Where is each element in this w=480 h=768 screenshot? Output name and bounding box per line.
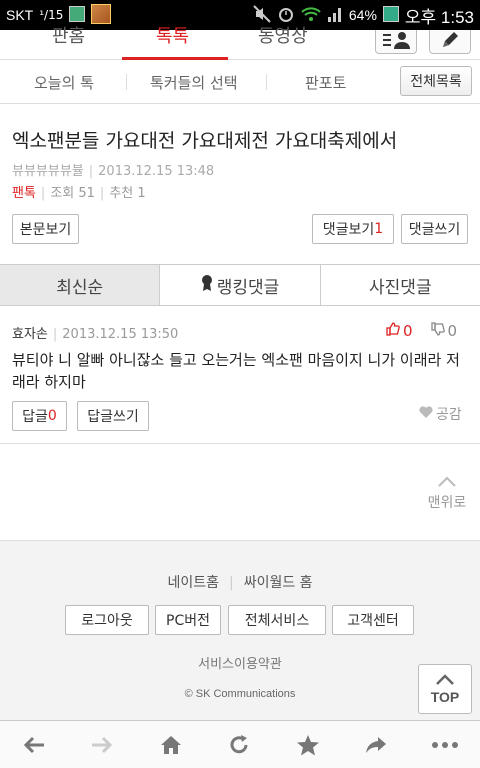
comment-votes: 0 0 <box>386 322 457 340</box>
game-notification-icon <box>91 3 112 27</box>
wifi-icon <box>301 5 321 26</box>
more-icon[interactable] <box>430 731 460 759</box>
user-list-button[interactable] <box>375 30 417 54</box>
post-stats: 팬톡 | 조회 51 | 추천 1 <box>12 186 146 201</box>
subnav-today-talk[interactable]: 오늘의 톡 <box>34 72 94 93</box>
browser-toolbar <box>0 720 480 768</box>
post-recommends: 추천 1 <box>109 186 146 201</box>
home-icon[interactable] <box>156 731 186 759</box>
comment-body: 뷰티야 니 알빠 아니잖소 들고 오는거는 엑소팬 마음이지 니가 이래라 저래… <box>12 351 460 391</box>
app-grid-icon <box>69 5 86 25</box>
like-button[interactable]: 0 <box>386 322 413 340</box>
write-button[interactable] <box>429 30 471 54</box>
top-button[interactable]: TOP <box>418 664 472 714</box>
reply-label: 답글 <box>22 409 48 425</box>
refresh-icon[interactable] <box>224 731 254 759</box>
dislike-count: 0 <box>447 322 458 340</box>
tab-video[interactable]: 동영상 <box>258 28 308 60</box>
pc-version-button[interactable]: PC버전 <box>155 605 221 635</box>
subnav-divider <box>266 74 267 90</box>
empathy-button[interactable]: 공감 <box>418 404 462 424</box>
thumbs-up-icon <box>386 322 400 340</box>
post-category[interactable]: 팬톡 <box>12 186 36 201</box>
image-notification-icon <box>382 5 399 25</box>
all-services-button[interactable]: 전체서비스 <box>228 605 326 635</box>
subnav-pan-photo[interactable]: 판포토 <box>305 72 346 93</box>
logout-button[interactable]: 로그아웃 <box>65 605 149 635</box>
post-title: 엑소팬분들 가요대전 가요대제전 가요대축제에서 <box>12 130 398 152</box>
tab-photo-comments[interactable]: 사진댓글 <box>319 265 480 305</box>
view-comments-label: 댓글보기 <box>322 222 375 238</box>
comment-meta: 효자손 | 2013.12.15 13:50 <box>12 327 179 342</box>
tab-ranking-label: 랭킹댓글 <box>216 277 280 298</box>
reply-button[interactable]: 답글 0 <box>12 401 67 431</box>
tab-toktok[interactable]: 톡톡 <box>156 28 189 60</box>
carrier-label: SKT <box>6 7 34 23</box>
signal-icon <box>327 5 343 26</box>
scroll-top-link[interactable]: 맨위로 <box>424 476 470 512</box>
post-meta: 뷰뷰뷰뷰뷰뷸 | 2013.12.15 13:48 <box>12 164 215 179</box>
heart-icon <box>418 405 434 423</box>
chevron-up-icon <box>424 476 470 492</box>
tab-ranking-comments[interactable]: 랭킹댓글 <box>159 265 320 305</box>
reply-count: 0 <box>47 408 57 424</box>
post-author[interactable]: 뷰뷰뷰뷰뷰뷸 <box>12 164 84 179</box>
nate-home-link[interactable]: 네이트홈 <box>167 575 219 591</box>
thumbs-down-icon <box>430 322 445 340</box>
alarm-icon <box>277 5 295 26</box>
chevron-up-icon <box>435 673 455 689</box>
comment-author[interactable]: 효자손 <box>12 327 48 342</box>
post-views: 조회 51 <box>50 186 95 201</box>
back-arrow-icon[interactable] <box>19 731 49 759</box>
date-badge: ¹/15 <box>39 8 64 22</box>
terms-link[interactable]: 서비스이용약관 <box>0 653 480 672</box>
share-icon[interactable] <box>361 731 391 759</box>
write-comment-button[interactable]: 댓글쓰기 <box>401 214 468 244</box>
comment-datetime: 2013.12.15 13:50 <box>62 327 179 342</box>
copyright: © SK Communications <box>184 688 296 700</box>
tab-photo-label: 사진댓글 <box>369 277 432 298</box>
empathy-label: 공감 <box>436 407 462 423</box>
post-datetime: 2013.12.15 13:48 <box>98 164 215 179</box>
user-list-icon <box>381 30 411 54</box>
clock: 오후 1:53 <box>404 7 474 27</box>
pencil-icon <box>439 30 461 54</box>
footer-links: 네이트홈 | 싸이월드 홈 <box>167 575 313 591</box>
subnav-talkers-choice[interactable]: 톡커들의 선택 <box>150 72 238 93</box>
divider <box>0 443 480 444</box>
bookmark-star-icon[interactable] <box>293 731 323 759</box>
top-button-label: TOP <box>430 689 460 705</box>
dislike-button[interactable]: 0 <box>430 322 458 340</box>
all-list-button[interactable]: 전체목록 <box>400 66 472 96</box>
ribbon-icon <box>201 274 213 297</box>
comment-count: 1 <box>374 221 384 237</box>
like-count: 0 <box>403 322 413 340</box>
comment-sort-tabs: 최신순 랭킹댓글 사진댓글 <box>0 264 480 306</box>
tab-latest[interactable]: 최신순 <box>0 265 160 305</box>
cyworld-home-link[interactable]: 싸이월드 홈 <box>244 575 313 591</box>
view-comments-button[interactable]: 댓글보기 1 <box>312 214 394 244</box>
tab-pan-home[interactable]: 판홈 <box>52 28 85 60</box>
forward-arrow-icon[interactable] <box>87 731 117 759</box>
subnav-divider <box>126 74 127 90</box>
mute-icon <box>253 4 271 26</box>
view-body-button[interactable]: 본문보기 <box>12 214 79 244</box>
battery-percent: 64% <box>348 7 377 23</box>
scroll-top-label: 맨위로 <box>427 495 467 511</box>
tab-latest-label: 최신순 <box>56 277 104 298</box>
write-reply-button[interactable]: 답글쓰기 <box>77 401 149 431</box>
customer-center-button[interactable]: 고객센터 <box>332 605 414 635</box>
